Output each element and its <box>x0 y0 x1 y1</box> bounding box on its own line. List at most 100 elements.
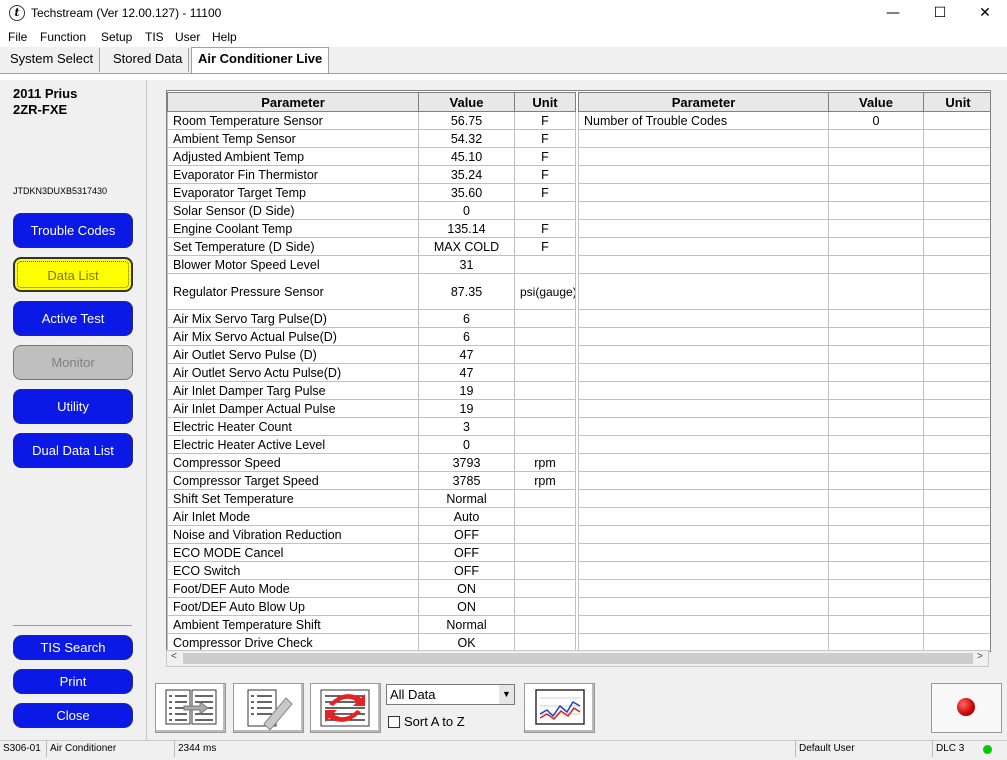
swap-lists-button[interactable] <box>310 683 381 733</box>
table-row[interactable]: Air Inlet Damper Actual Pulse 19 <box>167 399 576 418</box>
table-row[interactable] <box>578 597 990 616</box>
table-row[interactable]: Regulator Pressure Sensor 87.35 psi(gauge) <box>167 273 576 310</box>
table-row[interactable]: Shift Set Temperature Normal <box>167 489 576 508</box>
table-row[interactable]: ECO MODE Cancel OFF <box>167 543 576 562</box>
table-row[interactable] <box>578 237 990 256</box>
column-header-unit[interactable]: Unit <box>514 92 576 112</box>
table-row[interactable]: Adjusted Ambient Temp 45.10 F <box>167 147 576 166</box>
trouble-codes-button[interactable]: Trouble Codes <box>13 213 133 248</box>
menu-function[interactable]: Function <box>40 30 86 44</box>
print-button[interactable]: Print <box>13 669 133 694</box>
table-row[interactable] <box>578 327 990 346</box>
table-row[interactable]: Foot/DEF Auto Blow Up ON <box>167 597 576 616</box>
table-row[interactable]: Ambient Temp Sensor 54.32 F <box>167 129 576 148</box>
table-row[interactable]: Air Mix Servo Actual Pulse(D) 6 <box>167 327 576 346</box>
table-row[interactable]: Compressor Target Speed 3785 rpm <box>167 471 576 490</box>
scrollbar-thumb[interactable] <box>183 653 973 664</box>
menu-tis[interactable]: TIS <box>145 30 164 44</box>
table-row[interactable] <box>578 363 990 382</box>
table-row[interactable] <box>578 165 990 184</box>
table-row[interactable]: Blower Motor Speed Level 31 <box>167 255 576 274</box>
table-row[interactable]: Air Inlet Mode Auto <box>167 507 576 526</box>
table-row[interactable]: Room Temperature Sensor 56.75 F <box>167 111 576 130</box>
table-row[interactable]: ECO Switch OFF <box>167 561 576 580</box>
minimize-button[interactable]: — <box>870 0 916 28</box>
table-row[interactable] <box>578 615 990 634</box>
sort-a-to-z-checkbox[interactable] <box>388 716 400 728</box>
table-row[interactable]: Air Mix Servo Targ Pulse(D) 6 <box>167 309 576 328</box>
table-row[interactable] <box>578 273 990 310</box>
table-row[interactable]: Compressor Speed 3793 rpm <box>167 453 576 472</box>
table-row[interactable]: Engine Coolant Temp 135.14 F <box>167 219 576 238</box>
column-header-parameter[interactable]: Parameter <box>578 92 829 112</box>
table-row[interactable]: Electric Heater Count 3 <box>167 417 576 436</box>
table-row[interactable] <box>578 489 990 508</box>
table-row[interactable] <box>578 129 990 148</box>
monitor-button[interactable]: Monitor <box>13 345 133 380</box>
table-row[interactable] <box>578 309 990 328</box>
table-row[interactable]: Noise and Vibration Reduction OFF <box>167 525 576 544</box>
tab-stored-data[interactable]: Stored Data <box>107 48 190 72</box>
table-row[interactable]: Electric Heater Active Level 0 <box>167 435 576 454</box>
table-row[interactable]: Solar Sensor (D Side) 0 <box>167 201 576 220</box>
table-row[interactable]: Evaporator Target Temp 35.60 F <box>167 183 576 202</box>
value-cell <box>828 543 924 562</box>
table-row[interactable] <box>578 399 990 418</box>
table-row[interactable] <box>578 561 990 580</box>
select-parameters-button[interactable] <box>155 683 226 733</box>
table-row[interactable] <box>578 507 990 526</box>
table-row[interactable] <box>578 543 990 562</box>
settings-list-button[interactable] <box>233 683 304 733</box>
menu-setup[interactable]: Setup <box>101 30 132 44</box>
scroll-left-icon[interactable]: < <box>171 651 177 662</box>
column-header-parameter[interactable]: Parameter <box>167 92 419 112</box>
table-row[interactable] <box>578 345 990 364</box>
column-header-value[interactable]: Value <box>828 92 924 112</box>
table-row[interactable] <box>578 471 990 490</box>
menu-file[interactable]: File <box>8 30 27 44</box>
tab-system-select[interactable]: System Select <box>4 48 101 72</box>
sort-a-to-z-label[interactable]: Sort A to Z <box>404 714 465 729</box>
value-cell: 54.32 <box>418 129 515 148</box>
record-icon[interactable] <box>957 698 975 716</box>
maximize-button[interactable]: ☐ <box>917 0 963 28</box>
table-row[interactable] <box>578 255 990 274</box>
table-row[interactable] <box>578 417 990 436</box>
column-header-unit[interactable]: Unit <box>923 92 990 112</box>
table-row[interactable]: Air Outlet Servo Actu Pulse(D) 47 <box>167 363 576 382</box>
menu-user[interactable]: User <box>175 30 200 44</box>
close-window-button[interactable]: ✕ <box>962 0 1007 28</box>
table-row[interactable] <box>578 579 990 598</box>
table-row[interactable] <box>578 453 990 472</box>
data-filter-select[interactable]: All Data <box>386 684 515 705</box>
tis-search-button[interactable]: TIS Search <box>13 635 133 660</box>
utility-button[interactable]: Utility <box>13 389 133 424</box>
table-row[interactable] <box>578 183 990 202</box>
table-row[interactable] <box>578 435 990 454</box>
table-row[interactable] <box>578 201 990 220</box>
table-row[interactable] <box>578 147 990 166</box>
tab-air-conditioner-live[interactable]: Air Conditioner Live <box>191 47 330 73</box>
close-button[interactable]: Close <box>13 703 133 728</box>
menu-help[interactable]: Help <box>212 30 237 44</box>
scroll-right-icon[interactable]: > <box>977 651 983 662</box>
chevron-down-icon[interactable]: ▼ <box>499 685 514 704</box>
table-row[interactable]: Evaporator Fin Thermistor 35.24 F <box>167 165 576 184</box>
table-row[interactable]: Foot/DEF Auto Mode ON <box>167 579 576 598</box>
graph-view-button[interactable] <box>524 683 595 733</box>
table-row[interactable] <box>578 219 990 238</box>
dual-data-list-button[interactable]: Dual Data List <box>13 433 133 468</box>
table-row[interactable]: Air Outlet Servo Pulse (D) 47 <box>167 345 576 364</box>
value-cell <box>828 129 924 148</box>
table-row[interactable] <box>578 633 990 651</box>
table-row[interactable]: Ambient Temperature Shift Normal <box>167 615 576 634</box>
table-row[interactable]: Compressor Drive Check OK <box>167 633 576 651</box>
table-row[interactable] <box>578 525 990 544</box>
table-row[interactable]: Number of Trouble Codes 0 <box>578 111 990 130</box>
table-row[interactable]: Set Temperature (D Side) MAX COLD F <box>167 237 576 256</box>
data-list-button[interactable]: Data List <box>13 257 133 292</box>
active-test-button[interactable]: Active Test <box>13 301 133 336</box>
table-row[interactable] <box>578 381 990 400</box>
column-header-value[interactable]: Value <box>418 92 515 112</box>
table-row[interactable]: Air Inlet Damper Targ Pulse 19 <box>167 381 576 400</box>
